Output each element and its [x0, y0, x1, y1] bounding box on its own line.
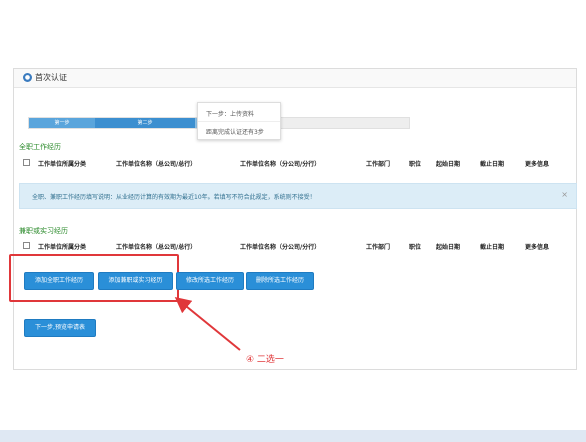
choose-one-annotation: ④ 二选一	[246, 355, 284, 365]
annotation-arrow	[174, 296, 241, 351]
bottom-bar	[0, 430, 586, 442]
